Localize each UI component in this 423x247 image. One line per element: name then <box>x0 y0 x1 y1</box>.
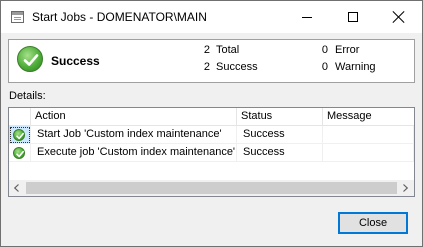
app-window-icon <box>11 11 24 23</box>
column-header-icon[interactable] <box>9 108 31 126</box>
scroll-right-button[interactable] <box>398 180 414 196</box>
details-grid[interactable]: Action Status Message Start Job 'Custom … <box>8 107 415 197</box>
row-icon-cell <box>9 144 31 162</box>
details-label: Details: <box>9 90 46 102</box>
chevron-left-icon <box>14 184 19 192</box>
warning-count: 0 <box>321 61 328 73</box>
overall-status-label: Success <box>51 54 100 68</box>
table-row[interactable]: Start Job 'Custom index maintenance' Suc… <box>9 126 414 144</box>
window-title: Start Jobs - DOMENATOR\MAIN <box>32 10 207 24</box>
row-status: Success <box>237 126 323 144</box>
row-message <box>323 126 414 144</box>
column-header-status[interactable]: Status <box>237 108 323 126</box>
success-check-icon <box>13 147 25 159</box>
success-count: 2 <box>203 61 210 73</box>
close-button[interactable]: Close <box>338 212 408 234</box>
success-check-icon <box>17 46 43 72</box>
row-action: Start Job 'Custom index maintenance' <box>31 126 237 144</box>
minimize-icon <box>302 17 312 18</box>
scrollbar-thumb[interactable] <box>26 182 397 194</box>
close-icon <box>392 10 406 24</box>
warning-label: Warning <box>335 61 376 73</box>
row-status: Success <box>237 144 323 162</box>
maximize-icon <box>348 12 358 22</box>
success-count-label: Success <box>216 61 258 73</box>
total-label: Total <box>216 44 240 56</box>
total-count: 2 <box>203 44 210 56</box>
start-jobs-dialog: Start Jobs - DOMENATOR\MAIN Success 2 To… <box>0 0 423 247</box>
summary-panel: Success 2 Total 2 Success 0 Error 0 Warn… <box>8 39 415 83</box>
scroll-left-button[interactable] <box>9 180 25 196</box>
horizontal-scrollbar[interactable] <box>9 180 414 196</box>
minimize-button[interactable] <box>284 1 330 33</box>
row-message <box>323 144 414 162</box>
table-row[interactable]: Execute job 'Custom index maintenance' S… <box>9 144 414 162</box>
row-action: Execute job 'Custom index maintenance' <box>31 144 237 162</box>
row-icon-cell <box>9 126 31 144</box>
column-header-message[interactable]: Message <box>323 108 414 126</box>
grid-header: Action Status Message <box>9 108 414 126</box>
success-check-icon <box>13 129 25 141</box>
column-header-action[interactable]: Action <box>31 108 237 126</box>
chevron-right-icon <box>403 184 408 192</box>
close-window-button[interactable] <box>376 1 422 33</box>
maximize-button[interactable] <box>330 1 376 33</box>
error-count: 0 <box>321 44 328 56</box>
error-label: Error <box>335 44 360 56</box>
title-bar[interactable]: Start Jobs - DOMENATOR\MAIN <box>1 1 422 33</box>
